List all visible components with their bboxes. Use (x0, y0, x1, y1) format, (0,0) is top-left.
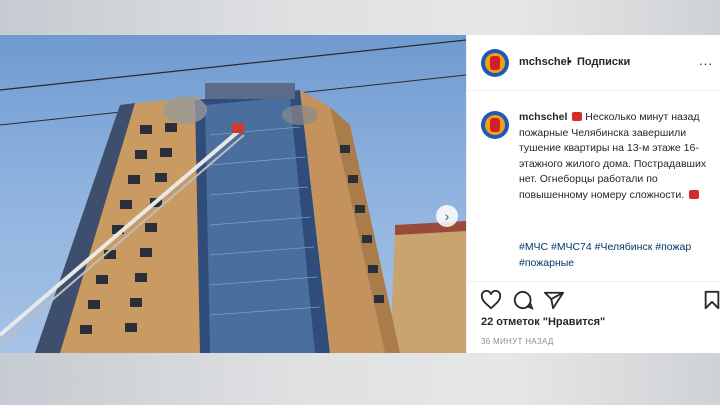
username-link[interactable]: mchschel (519, 56, 570, 68)
bookmark-icon[interactable] (703, 290, 720, 310)
post-timestamp[interactable]: 36 МИНУТ НАЗАД (481, 337, 554, 346)
likes-count[interactable]: 22 отметок "Нравится" (481, 316, 605, 328)
post-header: mchschel • Подписки ... (467, 35, 720, 91)
hashtag-link[interactable]: #Челябинск (595, 241, 653, 253)
avatar[interactable] (481, 49, 509, 77)
hashtag-link[interactable]: #пожарные (519, 257, 574, 269)
post-caption: mchschel Несколько минут назад пожарные … (519, 110, 709, 204)
separator-dot: • (568, 56, 572, 68)
siren-emoji-icon (572, 112, 583, 121)
comment-icon[interactable] (512, 290, 534, 310)
next-photo-button[interactable]: › (436, 205, 458, 227)
following-button[interactable]: Подписки (577, 56, 630, 68)
heart-icon[interactable] (480, 290, 502, 310)
hashtag-link[interactable]: #пожар (655, 241, 691, 253)
paper-plane-icon[interactable] (543, 290, 565, 310)
caption-avatar[interactable] (481, 111, 509, 139)
hashtag-link[interactable]: #МЧС (519, 241, 548, 253)
caption-text: Несколько минут назад пожарные Челябинск… (519, 111, 707, 201)
building-fire-photo (0, 39, 466, 353)
fire-engine-emoji-icon (689, 189, 700, 199)
post-photo[interactable]: › (0, 35, 466, 353)
hashtag-link[interactable]: #МЧС74 (551, 241, 592, 253)
hashtags: #МЧС #МЧС74 #Челябинск #пожар #пожарные (519, 240, 714, 271)
chevron-right-icon: › (444, 208, 450, 224)
post-sidebar: mchschel • Подписки ... mchschel Несколь… (466, 35, 720, 353)
instagram-post: › mchschel • Подписки ... mchschel Неско… (0, 35, 720, 353)
more-options-icon[interactable]: ... (699, 53, 713, 68)
caption-username-link[interactable]: mchschel (519, 111, 567, 123)
action-bar: 22 отметок "Нравится" 36 МИНУТ НАЗАД (467, 281, 720, 353)
